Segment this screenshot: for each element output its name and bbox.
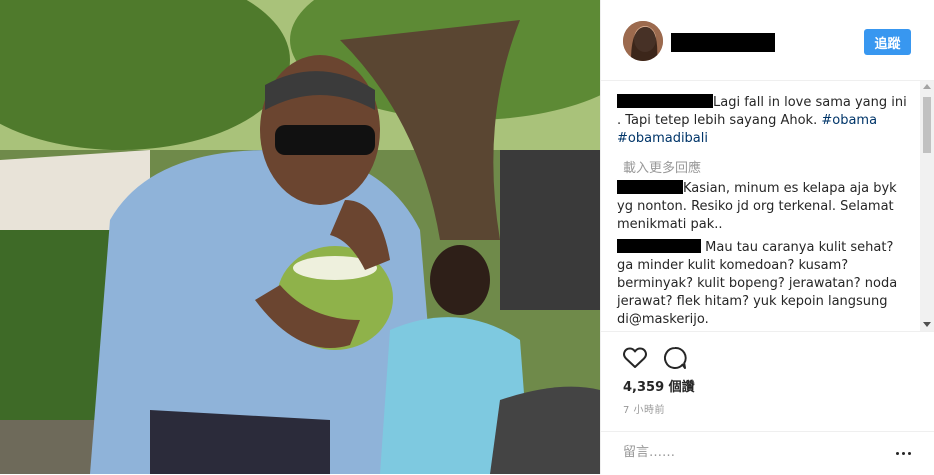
post-header: 追蹤 [601, 0, 934, 81]
post-actions: 4,359 個讚 7 小時前 [601, 331, 934, 432]
comment-input[interactable] [623, 442, 863, 462]
post-timestamp[interactable]: 7 小時前 [623, 401, 665, 416]
comment-item: Kasian, minum es kelapa aja byk yg nonto… [617, 180, 912, 234]
scrollbar-thumb[interactable] [923, 97, 931, 153]
comment-author-redacted [617, 239, 701, 253]
add-comment-section [601, 431, 934, 475]
avatar-image [623, 21, 663, 61]
scroll-down-arrow-icon[interactable] [923, 322, 931, 327]
comment-text: Mau tau caranya kulit sehat? ga minder k… [617, 240, 898, 327]
comments-list: Lagi fall in love sama yang ini . Tapi t… [601, 81, 934, 331]
dot [901, 451, 905, 455]
hashtag-link[interactable]: #obamadibali [617, 131, 708, 146]
dot [895, 451, 899, 455]
dot [907, 451, 911, 455]
load-more-comments-link[interactable]: 載入更多回應 [623, 157, 701, 176]
hashtag-link[interactable]: #obama [821, 113, 877, 128]
comment-author-redacted [617, 180, 683, 194]
avatar[interactable] [623, 21, 663, 61]
post-side-panel: 追蹤 Lagi fall in love sama yang ini . Tap… [600, 0, 934, 474]
follow-button[interactable]: 追蹤 [864, 29, 911, 55]
scroll-up-arrow-icon[interactable] [923, 84, 931, 89]
comments-scrollbar[interactable] [920, 81, 934, 331]
comment-item: Mau tau caranya kulit sehat? ga minder k… [617, 239, 912, 329]
more-options-icon[interactable] [891, 444, 915, 462]
heart-icon[interactable] [621, 344, 649, 372]
post-photo-drawing [0, 0, 600, 474]
caption: Lagi fall in love sama yang ini . Tapi t… [617, 94, 912, 148]
comment-bubble-icon[interactable] [661, 344, 689, 372]
username-redacted [671, 33, 775, 52]
likes-count[interactable]: 4,359 個讚 [623, 376, 695, 395]
caption-author-redacted [617, 94, 713, 108]
post-photo[interactable] [0, 0, 600, 474]
